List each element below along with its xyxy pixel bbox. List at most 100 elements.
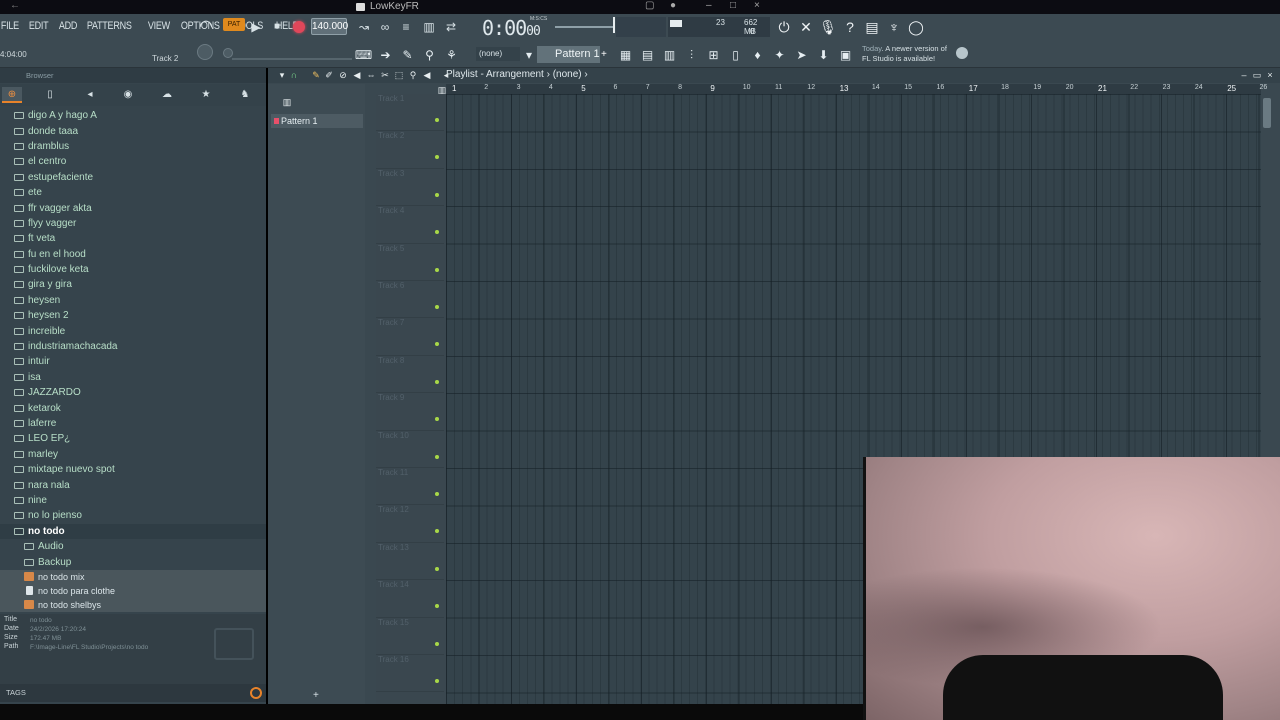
track-header[interactable]: Track 8 <box>376 356 444 394</box>
playlist-title[interactable]: Playlist - Arrangement › (none) › <box>446 69 588 80</box>
track-header[interactable]: Track 3 <box>376 169 444 207</box>
snap-dropdown-icon[interactable]: ▾ <box>523 46 535 65</box>
record-button[interactable] <box>293 21 305 33</box>
snap-arrow-icon[interactable]: ➔ <box>376 46 395 65</box>
web-tab-icon[interactable]: ◉ <box>118 87 138 103</box>
browser-header[interactable]: Browser <box>0 68 266 83</box>
all-tab-icon[interactable]: ⊕ <box>2 87 22 103</box>
main-volume-knob[interactable] <box>197 44 213 60</box>
slice-tool-icon[interactable]: ✂ <box>379 69 391 81</box>
track-enable-led[interactable] <box>435 155 439 160</box>
close-panel-icon[interactable]: × <box>1264 69 1276 81</box>
track-enable-led[interactable] <box>435 267 439 272</box>
browser-item[interactable]: estupefaciente <box>0 170 266 185</box>
browser-item[interactable]: Audio <box>0 539 266 554</box>
add-pattern-button[interactable]: + <box>601 46 610 63</box>
vertical-scrollbar[interactable] <box>1263 98 1271 128</box>
menu-edit[interactable]: EDIT <box>28 20 49 32</box>
delete-tool-icon[interactable]: ⊘ <box>337 69 349 81</box>
browser-item[interactable]: no todo shelbys <box>0 597 266 612</box>
draw-tool-icon[interactable]: ✎ <box>398 46 417 65</box>
browser-item[interactable]: fu en el hood <box>0 247 266 262</box>
files-tab-icon[interactable]: ▯ <box>40 87 60 103</box>
close-icon[interactable]: × <box>754 0 760 11</box>
main-pitch-slider[interactable] <box>232 58 352 60</box>
playlist-menu-icon[interactable]: ▾ <box>276 69 288 81</box>
save-icon[interactable]: ▤ <box>862 17 882 37</box>
browser-item[interactable]: flyy vagger <box>0 216 266 231</box>
browser-item[interactable]: ete <box>0 185 266 200</box>
master-pitch-handle[interactable] <box>613 17 615 33</box>
microphone-icon[interactable]: 🎙 <box>818 17 838 37</box>
minimize-panel-icon[interactable]: – <box>1238 69 1250 81</box>
stop-button[interactable]: ■ <box>268 18 286 36</box>
play-button[interactable]: ▶ <box>247 18 265 36</box>
timeline-ruler[interactable]: 1 2 3 4 5 6 7 8 9 10 11 12 13 14 15 16 17 18 19 20 21 22 23 24 2… <box>446 84 1267 94</box>
browser-item[interactable]: marley <box>0 447 266 462</box>
mixer-icon[interactable]: ⫶ <box>682 46 701 65</box>
browser-item[interactable]: donde taaa <box>0 123 266 138</box>
output-icon[interactable]: ➤ <box>792 46 811 65</box>
browser-item[interactable]: increible <box>0 323 266 338</box>
magnet-icon[interactable]: ∩ <box>288 69 300 81</box>
maximize-icon[interactable]: □ <box>730 0 736 11</box>
menu-file[interactable]: FILE <box>0 20 20 32</box>
master-pitch-slider[interactable] <box>555 26 613 28</box>
track-enable-led[interactable] <box>435 417 439 422</box>
track-header[interactable]: Track 10 <box>376 431 444 468</box>
menu-add[interactable]: ADD <box>58 20 78 32</box>
tools-icon[interactable]: ✕ <box>796 17 816 37</box>
plugin-tab-icon[interactable]: ♞ <box>235 87 255 103</box>
project-icon[interactable]: ▯ <box>726 46 745 65</box>
browser-item[interactable]: nara nala <box>0 477 266 492</box>
maximize-panel-icon[interactable]: ▭ <box>1251 69 1263 81</box>
help-icon[interactable]: ? <box>840 17 860 37</box>
paint-tool-icon[interactable]: ✐ <box>323 69 335 81</box>
search-icon[interactable] <box>250 687 262 699</box>
browser-item[interactable]: intuir <box>0 354 266 369</box>
pattern-item[interactable]: Pattern 1 <box>271 114 363 128</box>
browser-item[interactable]: digo A y hago A <box>0 108 266 123</box>
browser-item[interactable]: heysen <box>0 293 266 308</box>
step-edit-icon[interactable]: ▥ <box>420 18 438 36</box>
blend-notes-icon[interactable]: ⇄ <box>442 18 460 36</box>
track-header[interactable]: Track 14 <box>376 580 444 618</box>
pencil-tool-icon[interactable]: ✎ <box>310 69 322 81</box>
mute-tool-icon[interactable]: ◀ <box>351 69 363 81</box>
track-header[interactable]: Track 15 <box>376 618 444 655</box>
track-enable-led[interactable] <box>435 566 439 571</box>
store-icon[interactable]: ▣ <box>836 46 855 65</box>
browser-item[interactable]: JAZZARDO <box>0 385 266 400</box>
track-header[interactable]: Track 13 <box>376 543 444 581</box>
snap-select[interactable]: (none) <box>476 47 520 61</box>
browser-item[interactable]: nine <box>0 493 266 508</box>
download-icon[interactable]: ⬇ <box>814 46 833 65</box>
browser-item[interactable]: el centro <box>0 154 266 169</box>
track-enable-led[interactable] <box>435 379 439 384</box>
track-enable-led[interactable] <box>435 305 439 309</box>
metronome-icon[interactable]: ↝ <box>355 18 373 36</box>
star-tab-icon[interactable]: ★ <box>196 87 216 103</box>
track-header[interactable]: Track 11 <box>376 468 444 506</box>
back-arrow-icon[interactable]: ← <box>10 0 20 11</box>
browser-item[interactable]: fuckilove keta <box>0 262 266 277</box>
browser-tree-icon[interactable]: ⊞ <box>704 46 723 65</box>
zoom-tool-icon[interactable]: ⚲ <box>407 69 419 81</box>
plugin-icon[interactable]: ♆ <box>884 17 904 37</box>
tempo-display[interactable]: 140.000 <box>311 18 348 35</box>
countdown-icon[interactable]: ≡ <box>397 18 415 36</box>
browser-item[interactable]: ketarok <box>0 400 266 415</box>
menu-patterns[interactable]: PATTERNS <box>86 20 132 32</box>
touch-keyboard-icon[interactable]: ✦ <box>770 46 789 65</box>
browser-item[interactable]: heysen 2 <box>0 308 266 323</box>
select-tool-icon[interactable]: ⬚ <box>393 69 405 81</box>
account-icon[interactable]: ● <box>670 0 676 11</box>
browser-item[interactable]: no todo mix <box>0 569 266 584</box>
browser-item[interactable]: no todo para clothe <box>0 583 266 598</box>
track-enable-led[interactable] <box>435 118 439 122</box>
typing-keyboard-icon[interactable]: ⌨ <box>354 46 373 65</box>
track-enable-led[interactable] <box>435 192 439 197</box>
globe-icon[interactable] <box>956 47 968 59</box>
track-enable-led[interactable] <box>435 342 439 347</box>
link-icon[interactable]: ⚲ <box>420 46 439 65</box>
